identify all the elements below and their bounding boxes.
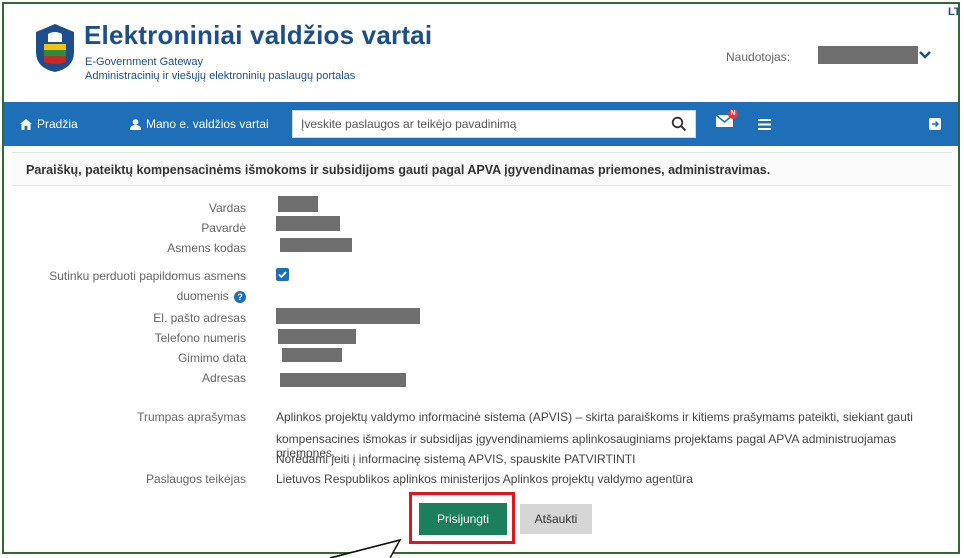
birth-date-label: Gimimo data <box>177 351 246 365</box>
cancel-button[interactable]: Atšaukti <box>520 504 592 534</box>
address-value-redacted <box>280 373 406 387</box>
user-icon <box>130 118 141 130</box>
list-icon <box>758 119 771 130</box>
first-name-label: Vardas <box>208 201 246 215</box>
gateway-logo-icon[interactable] <box>34 22 76 74</box>
service-provider-label: Paslaugos teikėjas <box>145 472 246 486</box>
page-title: Paraiškų, pateiktų kompensacinėms išmoko… <box>26 163 771 177</box>
messages-button[interactable]: N <box>715 109 738 133</box>
site-title[interactable]: Elektroniniai valdžios vartai <box>84 20 432 51</box>
logout-button[interactable] <box>929 117 941 135</box>
phone-label: Telefono numeris <box>154 331 246 345</box>
last-name-label: Pavardė <box>201 221 246 235</box>
nav-my-gateway-label: Mano e. valdžios vartai <box>146 117 269 131</box>
short-description-label: Trumpas aprašymas <box>137 410 246 424</box>
site-subtitle-en: E-Government Gateway <box>85 56 203 68</box>
user-name-redacted[interactable] <box>818 46 918 64</box>
last-name-value-redacted <box>276 216 340 231</box>
nav-home-label: Pradžia <box>37 117 78 131</box>
consent-label-line1: Sutinku perduoti papildomus asmens <box>49 269 246 283</box>
address-label: Adresas <box>201 371 246 385</box>
consent-label-line2: duomenis ? <box>177 289 246 303</box>
page-heading-bar: Paraiškų, pateiktų kompensacinėms išmoko… <box>12 152 952 186</box>
consent-checkbox[interactable] <box>276 268 289 281</box>
logout-icon <box>929 118 941 130</box>
personal-code-label: Asmens kodas <box>167 241 246 255</box>
home-icon <box>20 118 32 130</box>
nav-home[interactable]: Pradžia <box>20 102 78 146</box>
phone-value-redacted <box>278 329 356 344</box>
documents-button[interactable] <box>758 117 771 135</box>
checkmark-icon <box>278 271 287 279</box>
main-navbar: Pradžia Mano e. valdžios vartai N <box>4 102 958 146</box>
nav-my-gateway[interactable]: Mano e. valdžios vartai <box>130 102 269 146</box>
short-description-line1: Aplinkos projektų valdymo informacinė si… <box>276 410 913 424</box>
service-provider-value: Lietuvos Respublikos aplinkos ministerij… <box>276 472 693 486</box>
personal-code-value-redacted <box>280 238 352 252</box>
search-input[interactable] <box>293 111 663 137</box>
search-icon[interactable] <box>671 116 687 132</box>
site-subtitle-lt: Administracinių ir viešųjų elektroninių … <box>85 70 356 82</box>
birth-date-value-redacted <box>282 348 342 362</box>
messages-badge: N <box>728 109 738 119</box>
consent-label-text: duomenis <box>176 289 229 303</box>
search-box <box>292 110 696 138</box>
language-switcher[interactable]: LT EN <box>948 6 958 18</box>
site-header: Elektroniniai valdžios vartai E-Governme… <box>4 4 958 100</box>
first-name-value-redacted <box>278 196 318 212</box>
user-label: Naudotojas: <box>726 50 791 64</box>
email-value-redacted <box>276 308 420 324</box>
chevron-down-icon[interactable] <box>918 48 932 62</box>
page-frame: Elektroniniai valdžios vartai E-Governme… <box>2 2 960 554</box>
short-description-line3: Norėdami jeiti į informacinę sistemą APV… <box>276 452 636 466</box>
email-label: El. pašto adresas <box>153 311 246 325</box>
help-icon[interactable]: ? <box>234 290 246 303</box>
login-button[interactable]: Prisijungti <box>419 503 507 535</box>
